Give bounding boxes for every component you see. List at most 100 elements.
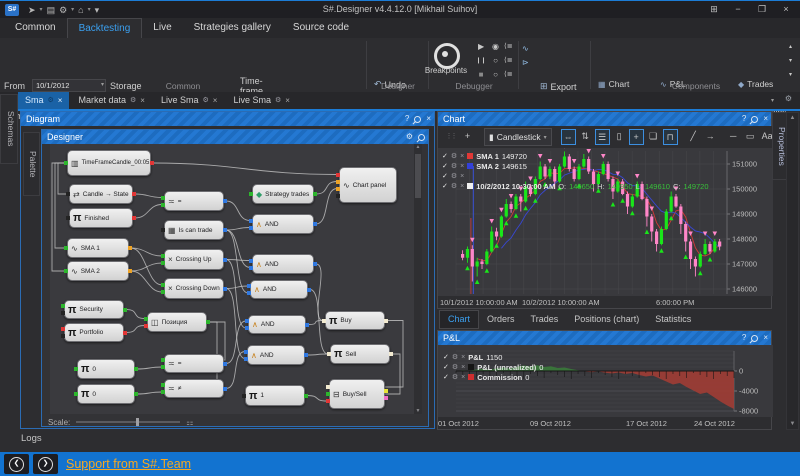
input-port[interactable] (161, 196, 165, 200)
chart-tab-statistics[interactable]: Statistics (647, 311, 699, 328)
input-port[interactable] (327, 352, 331, 356)
input-port[interactable] (64, 246, 68, 250)
gear-icon[interactable]: ⚙ (59, 2, 67, 18)
input-port[interactable] (336, 173, 340, 177)
output-port[interactable] (134, 367, 138, 371)
diagram-node-and2[interactable]: ∧AND (252, 254, 314, 274)
continue-button[interactable]: ▶ (478, 42, 484, 52)
document-tab-market-data[interactable]: Market data⚙× (71, 92, 151, 109)
legend-gear-icon[interactable]: ⚙ (451, 182, 457, 190)
legend-close-icon[interactable]: × (461, 374, 465, 381)
visibility-check-icon[interactable]: ✓ (442, 152, 448, 160)
diagram-node-c2s[interactable]: ⇄Candle → State (69, 184, 133, 204)
output-port[interactable] (150, 161, 154, 165)
output-port[interactable] (384, 396, 388, 400)
chart-tab-chart[interactable]: Chart (439, 310, 479, 329)
input-port[interactable] (245, 326, 249, 330)
input-port[interactable] (244, 357, 248, 361)
input-port[interactable] (66, 192, 70, 196)
sort-button[interactable]: ⇅ (578, 129, 593, 145)
diagram-node-pos[interactable]: ◫Позиция (147, 312, 207, 332)
legend-gear-icon[interactable]: ⚙ (451, 172, 457, 180)
output-port[interactable] (128, 246, 132, 250)
dropdown-chevron-icon[interactable]: ▾ (88, 2, 91, 18)
ribbon-tab-live[interactable]: Live (142, 18, 182, 38)
visibility-check-icon[interactable]: ✓ (442, 162, 448, 170)
diagram-node-eq2[interactable]: ≍= (164, 354, 224, 373)
diagram-node-ict[interactable]: ▦Is can trade (164, 220, 224, 240)
document-tab-live-sma[interactable]: Live Sma⚙× (226, 92, 296, 109)
legend-close-icon[interactable]: × (461, 354, 465, 361)
input-port[interactable] (161, 203, 165, 207)
input-port[interactable] (247, 291, 251, 295)
output-port[interactable] (223, 199, 227, 203)
chart-plot-area[interactable]: 151000150000149000148000147000146000 ✓⚙×… (438, 148, 773, 296)
output-port[interactable] (223, 362, 227, 366)
app-icon[interactable]: S# (5, 4, 19, 16)
tab-close-icon[interactable]: × (213, 92, 218, 109)
ribbon-tab-common[interactable]: Common (4, 18, 67, 38)
diagram-node-z1[interactable]: π0 (77, 359, 135, 379)
line-tool-button[interactable]: ╱ (686, 129, 701, 145)
series-type-select[interactable]: ▮Candlestick▾ (484, 128, 552, 146)
input-port[interactable] (161, 283, 165, 287)
diagram-node-and5[interactable]: ∧AND (247, 345, 305, 365)
diagram-node-pf[interactable]: πPortfolio (64, 323, 124, 342)
input-port[interactable] (144, 317, 148, 321)
components-chevron-icon[interactable]: ▾ (789, 70, 792, 80)
pin-icon[interactable] (417, 132, 427, 142)
diagram-panel-header[interactable]: Diagram ? × (21, 112, 434, 126)
output-port[interactable] (223, 387, 227, 391)
arrow-tool-button[interactable]: → (703, 129, 718, 145)
input-port[interactable] (161, 261, 165, 265)
pin-icon[interactable] (750, 333, 760, 343)
designer-vertical-scrollbar[interactable]: ▲ ▼ (414, 144, 422, 414)
auto-layout-icon[interactable]: ⚏ (186, 418, 193, 427)
export-button[interactable]: ⊞Export (540, 81, 577, 92)
diagram-node-ne1[interactable]: ≍≠ (164, 379, 224, 398)
output-port[interactable] (384, 389, 388, 393)
legend-gear-icon[interactable]: ⚙ (451, 152, 457, 160)
visibility-check-icon[interactable]: ✓ (443, 373, 449, 381)
input-port[interactable] (144, 324, 148, 328)
output-port[interactable] (123, 331, 127, 335)
tab-close-icon[interactable]: × (285, 92, 290, 109)
diagram-node-cp[interactable]: ∿Chart panel (339, 167, 397, 203)
crosshair-button[interactable]: + (629, 129, 644, 145)
tab-settings-icon[interactable]: ⚙ (130, 92, 136, 109)
diagram-node-tfc[interactable]: ▥TimeFrameCandle_00:05:00 (67, 150, 151, 176)
fit-range-button[interactable]: ⇔ (561, 129, 576, 145)
document-tab-sma[interactable]: Sma⚙× (18, 92, 69, 109)
input-port[interactable] (245, 319, 249, 323)
legend-gear-icon[interactable]: ⚙ (452, 373, 458, 381)
help-icon[interactable]: ? (405, 112, 409, 126)
sidebar-tab-palette[interactable]: Palette (23, 132, 40, 196)
gear-icon[interactable]: ⚙ (406, 130, 413, 144)
minimize-button[interactable]: − (726, 1, 750, 18)
output-port[interactable] (123, 308, 127, 312)
input-port[interactable] (249, 259, 253, 263)
input-port[interactable] (242, 394, 246, 398)
output-port[interactable] (304, 353, 308, 357)
designer-panel-header[interactable]: Designer ⚙ (42, 130, 428, 144)
chart-tab-orders[interactable]: Orders (479, 311, 523, 328)
input-port[interactable] (247, 284, 251, 288)
ribbon-tab-source-code[interactable]: Source code (282, 18, 360, 38)
tab-overflow-chevron-icon[interactable]: ▾ (771, 97, 774, 104)
legend-toggle-button[interactable]: ☰ (595, 129, 610, 145)
chart-mode-button[interactable]: ∿ (522, 44, 529, 54)
input-port[interactable] (249, 192, 253, 196)
legend-close-icon[interactable]: × (460, 153, 464, 160)
logs-label[interactable]: Logs (21, 433, 42, 444)
output-port[interactable] (223, 258, 227, 262)
step-icon[interactable]: ⟨≣ (504, 56, 513, 66)
diagram-node-buy[interactable]: πBuy (325, 311, 385, 330)
ribbon-tab-backtesting[interactable]: Backtesting (67, 18, 143, 38)
output-port[interactable] (128, 269, 132, 273)
tab-settings-icon[interactable]: ⚙ (48, 92, 54, 109)
input-port[interactable] (61, 304, 65, 308)
new-area-button[interactable]: ▯ (612, 129, 627, 145)
chart-panel-header[interactable]: Chart ? × (438, 112, 771, 126)
visibility-check-icon[interactable]: ✓ (442, 182, 448, 190)
output-port[interactable] (313, 262, 317, 266)
